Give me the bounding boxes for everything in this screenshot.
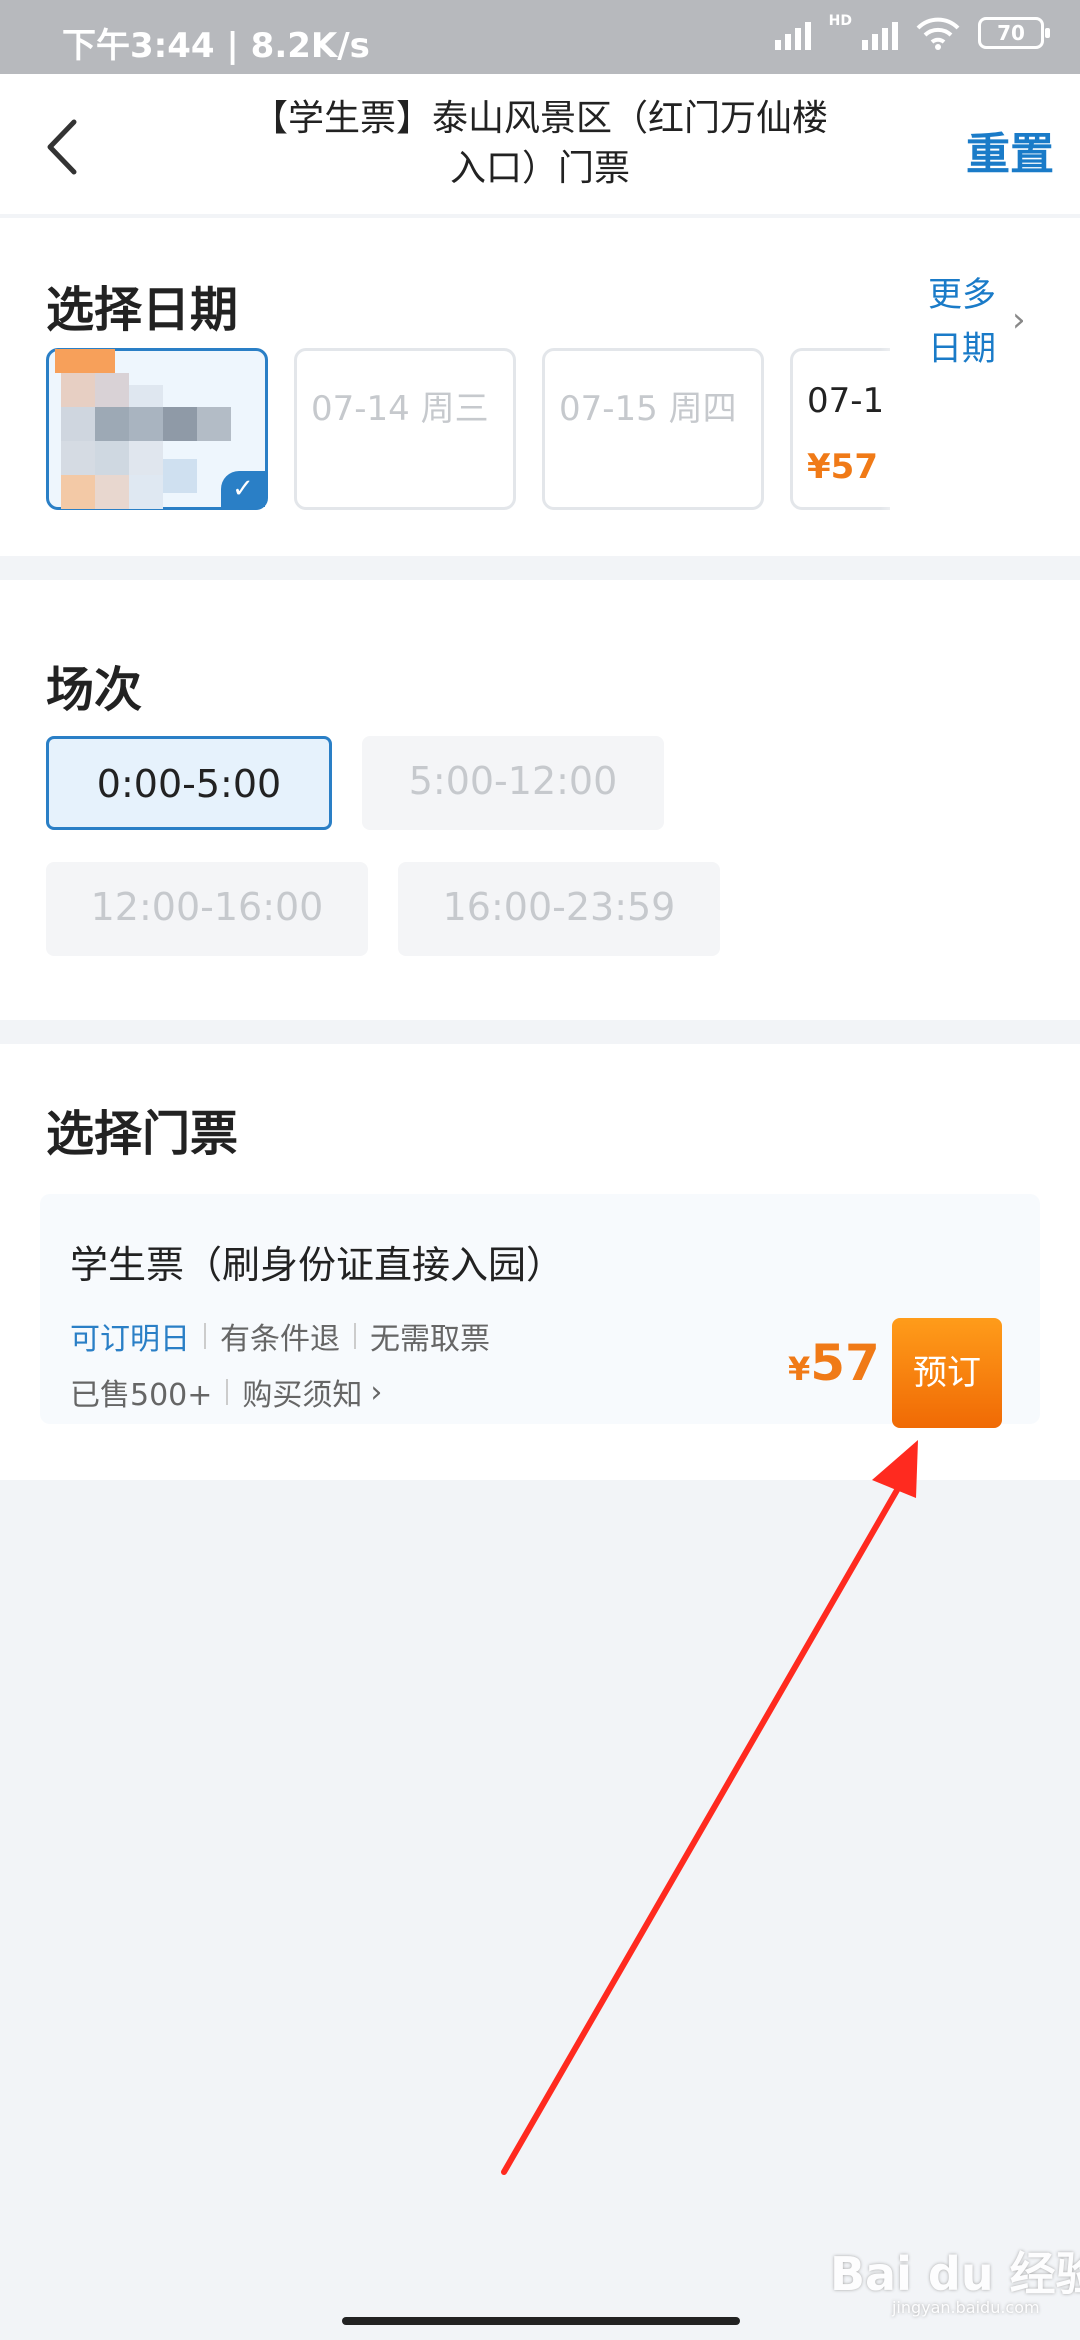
chevron-right-icon[interactable]: › [370, 1375, 382, 1410]
home-indicator[interactable] [342, 2317, 740, 2325]
ticket-tags: 可订明日 有条件退 无需取票 [70, 1314, 490, 1358]
date-option-partial[interactable]: 07-1 ¥57 [790, 348, 890, 510]
ticket-section: 选择门票 学生票（刷身份证直接入园） 可订明日 有条件退 无需取票 已售500+… [0, 1044, 1080, 1480]
session-option-16-2359[interactable]: 16:00-23:59 [398, 862, 720, 956]
reset-button[interactable]: 重置 [966, 118, 1054, 182]
date-label: 07-1 [807, 381, 885, 421]
ticket-item[interactable]: 学生票（刷身份证直接入园） 可订明日 有条件退 无需取票 已售500+ 购买须知… [40, 1194, 1040, 1428]
ticket-meta: 已售500+ 购买须知 › [70, 1370, 382, 1414]
page-title: 【学生票】泰山风景区（红门万仙楼入口）门票 [251, 98, 828, 189]
divider [226, 1379, 229, 1405]
purchase-notice-link[interactable]: 购买须知 [242, 1370, 362, 1414]
session-section-title: 场次 [46, 662, 143, 718]
divider [354, 1323, 356, 1349]
check-icon: ✓ [221, 471, 265, 507]
book-button[interactable]: 预订 [892, 1318, 1002, 1428]
battery-icon: 70 [978, 17, 1050, 49]
session-option-0-5[interactable]: 0:00-5:00 [46, 736, 332, 830]
date-label: 07-15 周四 [559, 389, 737, 429]
divider [204, 1323, 206, 1349]
ticket-section-title: 选择门票 [46, 1106, 239, 1162]
sold-count: 已售500+ [70, 1378, 213, 1413]
signal-hd-icon [862, 16, 898, 50]
more-dates-button[interactable]: 更多日期 [928, 268, 998, 376]
date-price: ¥57 [807, 447, 878, 487]
header-bar: 【学生票】泰山风景区（红门万仙楼入口）门票 重置 [0, 74, 1080, 214]
price-value: 57 [810, 1334, 880, 1392]
hd-label: HD [828, 13, 852, 29]
wifi-icon [916, 17, 960, 50]
date-label: 07-14 周三 [311, 389, 489, 429]
tag-bookable-tomorrow: 可订明日 [70, 1322, 190, 1357]
session-option-5-12[interactable]: 5:00-12:00 [362, 736, 664, 830]
ticket-name: 学生票（刷身份证直接入园） [70, 1243, 565, 1287]
blurred-date-image [39, 339, 249, 509]
currency-symbol: ¥ [788, 1350, 811, 1388]
date-option-0714[interactable]: 07-14 周三 [294, 348, 516, 510]
ticket-price: ¥57 [788, 1334, 880, 1392]
session-option-12-16[interactable]: 12:00-16:00 [46, 862, 368, 956]
date-section: 选择日期 ✓ 07-14 周三 07-15 周四 07-1 ¥57 更多日期 › [0, 218, 1080, 556]
tag-conditional-refund: 有条件退 [220, 1322, 340, 1357]
status-bar: 下午3:44 | 8.2K/s HD 70 [0, 0, 1080, 74]
status-time-speed: 下午3:44 | 8.2K/s [62, 26, 370, 66]
status-icons: HD 70 [774, 13, 1050, 50]
signal-icon [774, 16, 811, 50]
baidu-watermark: Bai du 经验 jingyan.baidu.com [830, 2238, 1080, 2317]
watermark-text: Bai du 经验 [830, 2247, 1080, 2301]
date-option-selected[interactable]: ✓ [46, 348, 268, 510]
scroll-fade [880, 338, 910, 518]
date-section-title: 选择日期 [46, 282, 239, 338]
chevron-right-icon[interactable]: › [1012, 300, 1026, 340]
session-section: 场次 0:00-5:00 5:00-12:00 12:00-16:00 16:0… [0, 580, 1080, 1020]
back-arrow-icon[interactable] [38, 112, 88, 182]
date-option-0715[interactable]: 07-15 周四 [542, 348, 764, 510]
tag-no-pickup: 无需取票 [370, 1322, 490, 1357]
